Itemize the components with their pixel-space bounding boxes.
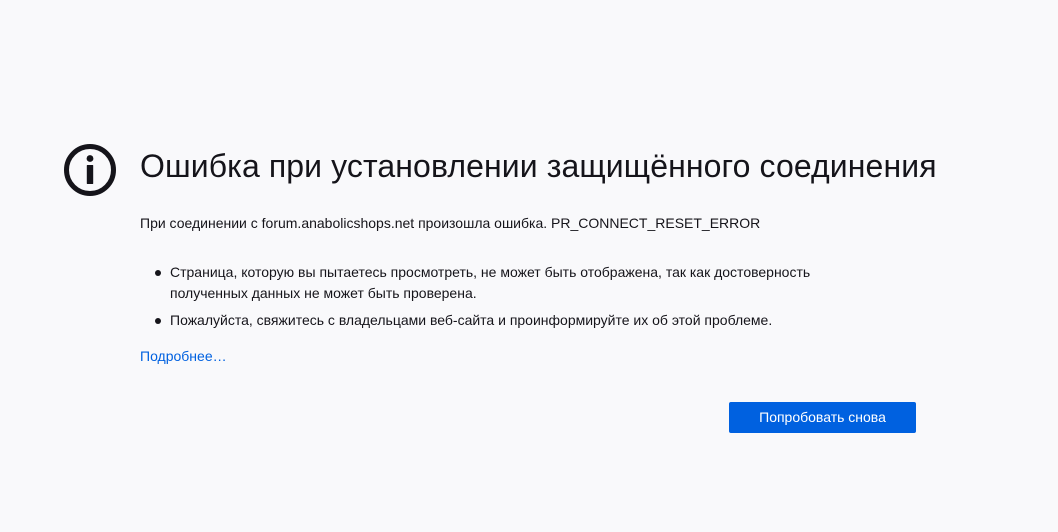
error-details-list: Страница, которую вы пытаетесь просмотре… <box>152 262 882 337</box>
bullet-icon <box>155 318 161 324</box>
list-item: Страница, которую вы пытаетесь просмотре… <box>152 262 882 304</box>
list-item: Пожалуйста, свяжитесь с владельцами веб-… <box>152 310 882 331</box>
info-icon <box>63 143 117 197</box>
try-again-button[interactable]: Попробовать снова <box>729 402 916 433</box>
page-title: Ошибка при установлении защищённого соед… <box>140 148 937 184</box>
bullet-icon <box>155 270 161 276</box>
list-item-text: Страница, которую вы пытаетесь просмотре… <box>170 264 811 301</box>
error-page: Ошибка при установлении защищённого соед… <box>0 0 1058 532</box>
error-description: При соединении с forum.anabolicshops.net… <box>140 215 761 231</box>
list-item-text: Пожалуйста, свяжитесь с владельцами веб-… <box>170 312 773 328</box>
learn-more-link[interactable]: Подробнее… <box>140 346 227 366</box>
